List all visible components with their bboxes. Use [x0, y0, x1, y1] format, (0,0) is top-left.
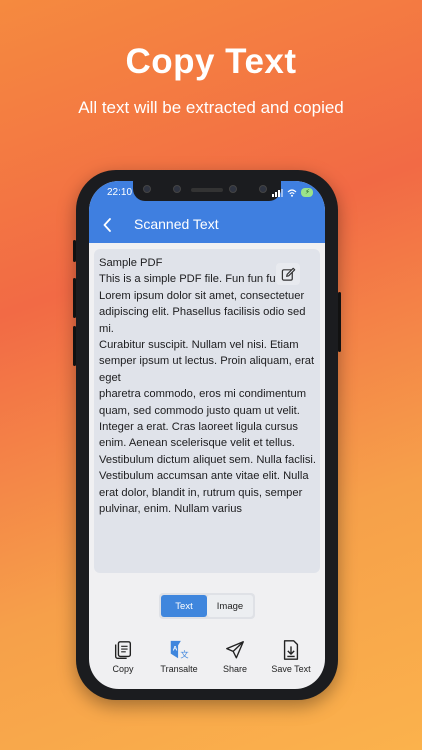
- copy-label: Copy: [112, 664, 134, 674]
- chevron-left-icon: [103, 218, 111, 232]
- wifi-icon: [287, 188, 297, 197]
- status-time: 22:10: [107, 187, 133, 198]
- segment-image[interactable]: Image: [207, 595, 253, 617]
- segment-text[interactable]: Text: [161, 595, 207, 617]
- notch: [133, 181, 281, 201]
- edit-icon: [281, 267, 295, 281]
- phone-screen: 22:10 ⚡ Scanned Text Sample PDF This is …: [89, 181, 325, 689]
- svg-text:A: A: [173, 645, 178, 652]
- svg-text:文: 文: [180, 649, 188, 659]
- share-button[interactable]: Share: [211, 629, 259, 679]
- page-title: Scanned Text: [134, 216, 219, 232]
- battery-icon: ⚡: [301, 188, 313, 197]
- view-mode-toggle: Text Image: [159, 593, 255, 619]
- scanned-text[interactable]: Sample PDF This is a simple PDF file. Fu…: [99, 255, 317, 518]
- scanned-text-card: Sample PDF This is a simple PDF file. Fu…: [94, 249, 320, 573]
- translate-label: Transalte: [160, 664, 198, 674]
- copy-icon: [114, 641, 132, 659]
- translate-button[interactable]: A 文 Transalte: [155, 629, 203, 679]
- edit-button[interactable]: [276, 263, 300, 285]
- promo-title: Copy Text: [125, 42, 297, 81]
- save-text-label: Save Text: [271, 664, 311, 674]
- translate-icon: A 文: [170, 640, 189, 659]
- save-text-icon: [283, 640, 299, 660]
- status-icons: ⚡: [272, 188, 313, 197]
- save-text-button[interactable]: Save Text: [267, 629, 315, 679]
- bottom-toolbar: Copy A 文 Transalte Share Save Text: [89, 629, 325, 679]
- share-icon: [226, 641, 244, 659]
- share-label: Share: [222, 664, 248, 674]
- promo-subtitle: All text will be extracted and copied: [78, 98, 344, 117]
- back-button[interactable]: [101, 217, 113, 233]
- app-header: 22:10 ⚡ Scanned Text: [89, 181, 325, 243]
- signal-icon: [272, 188, 283, 197]
- copy-button[interactable]: Copy: [99, 629, 147, 679]
